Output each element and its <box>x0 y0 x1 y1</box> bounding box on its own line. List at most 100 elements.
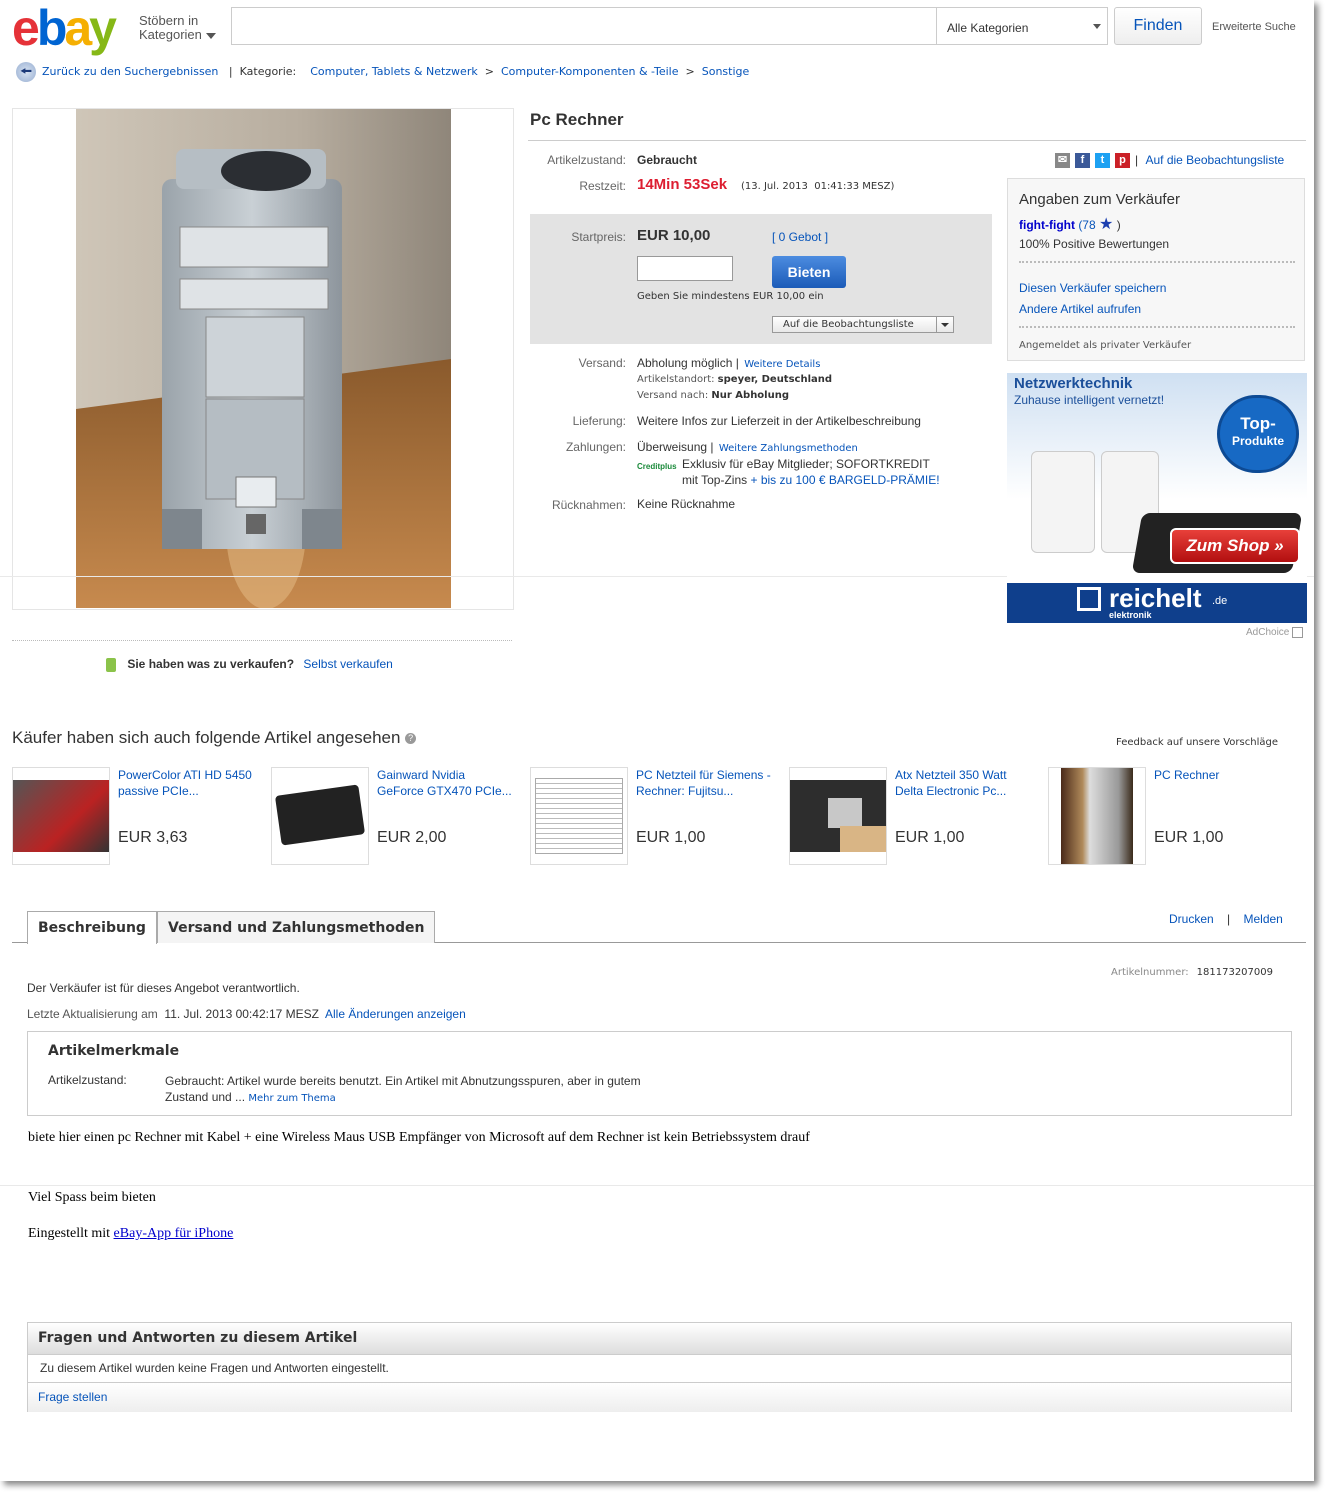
item-specifics-box: Artikelmerkmale Artikelzustand: Gebrauch… <box>27 1031 1292 1116</box>
shipping-details-link[interactable]: Weitere Details <box>744 359 820 370</box>
breadcrumb-item[interactable]: Computer-Komponenten & -Teile <box>501 65 679 78</box>
item-number-value: 181173207009 <box>1196 967 1273 978</box>
tab-shipping-payment[interactable]: Versand und Zahlungsmethoden <box>157 911 436 943</box>
end-time: (13. Jul. 2013 01:41:33 MESZ) <box>741 181 895 192</box>
sell-question: Sie haben was zu verkaufen? <box>127 657 295 671</box>
adchoice-icon <box>1292 627 1304 638</box>
bid-count-link[interactable]: [ 0 Gebot ] <box>772 230 828 244</box>
recommended-item-image[interactable] <box>271 767 369 865</box>
share-bar: ✉ f t p | Auf die Beobachtungsliste <box>1055 153 1284 169</box>
twitter-icon[interactable]: t <box>1095 153 1110 169</box>
description-text: Eingestellt mit eBay-App für iPhone <box>28 1226 233 1242</box>
browse-label-line2: Kategorien <box>139 27 202 42</box>
item-photo[interactable] <box>76 109 451 608</box>
questions-answers-box: Fragen und Antworten zu diesem Artikel Z… <box>27 1322 1292 1412</box>
back-to-results-link[interactable]: Zurück zu den Suchergebnissen <box>42 65 218 78</box>
dropdown-arrow-icon[interactable] <box>936 317 953 332</box>
adchoice-link[interactable]: AdChoice <box>1246 627 1304 639</box>
credit-line1: Exklusiv für eBay Mitglieder; SOFORTKRED… <box>682 457 930 471</box>
credit-offer[interactable]: Exklusiv für eBay Mitglieder; SOFORTKRED… <box>682 456 940 488</box>
other-items-link[interactable]: Andere Artikel aufrufen <box>1019 302 1141 316</box>
more-payment-methods-link[interactable]: Weitere Zahlungsmethoden <box>719 443 858 454</box>
facebook-icon[interactable]: f <box>1075 153 1090 169</box>
recommended-item-image[interactable] <box>530 767 628 865</box>
ebay-logo[interactable]: ebay <box>12 0 130 56</box>
watchlist-link[interactable]: Auf die Beobachtungsliste <box>1145 153 1284 167</box>
payment-value: Überweisung | <box>637 440 714 454</box>
ad-badge: Top- Produkte <box>1217 395 1299 473</box>
recommended-item-title[interactable]: Gainward Nvidia GeForce GTX470 PCIe... <box>377 767 512 799</box>
recommended-item-title[interactable]: PC Rechner <box>1154 767 1289 783</box>
recommended-item[interactable]: PC Netzteil für Siemens - Rechner: Fujit… <box>530 767 780 865</box>
recommended-item[interactable]: Gainward Nvidia GeForce GTX470 PCIe... E… <box>271 767 521 865</box>
ad-shop-button[interactable]: Zum Shop » <box>1170 528 1300 564</box>
help-icon[interactable]: ? <box>405 733 417 745</box>
email-icon[interactable]: ✉ <box>1055 153 1070 169</box>
find-button[interactable]: Finden <box>1114 7 1202 45</box>
logo-letter: y <box>89 0 117 56</box>
search-input[interactable] <box>231 7 936 45</box>
recommended-item-title[interactable]: Atx Netzteil 350 Watt Delta Electronic P… <box>895 767 1030 799</box>
adchoice-label: AdChoice <box>1246 627 1290 639</box>
item-specifics-line1: Gebraucht: Artikel wurde bereits benutzt… <box>165 1074 641 1088</box>
category-select[interactable]: Alle Kategorien <box>936 7 1108 45</box>
bid-amount-input[interactable] <box>637 256 733 281</box>
seller-score[interactable]: (78 <box>1078 218 1095 232</box>
recommended-item-price: EUR 1,00 <box>636 829 706 846</box>
description-text: Viel Spass beim bieten <box>28 1190 156 1205</box>
ad-brand-sub: elektronik <box>1109 610 1152 620</box>
star-icon: ★ <box>1099 216 1114 233</box>
watch-button-label: Auf die Beobachtungsliste <box>783 319 914 330</box>
returns-value: Keine Rücknahme <box>637 497 736 511</box>
tab-description[interactable]: Beschreibung <box>27 911 157 944</box>
advertisement-banner[interactable]: Netzwerktechnik Zuhause intelligent vern… <box>1007 373 1307 623</box>
separator: | <box>1227 912 1231 926</box>
qa-heading: Fragen und Antworten zu diesem Artikel <box>28 1323 1291 1355</box>
pinterest-icon[interactable]: p <box>1115 153 1130 169</box>
bid-button[interactable]: Bieten <box>772 256 846 288</box>
divider <box>12 640 512 641</box>
recommended-item-title[interactable]: PowerColor ATI HD 5450 passive PCIe... <box>118 767 253 799</box>
divider <box>1019 326 1295 328</box>
logo-letter: b <box>36 0 67 56</box>
item-specifics-value: Gebraucht: Artikel wurde bereits benutzt… <box>165 1073 641 1107</box>
more-on-topic-link[interactable]: Mehr zum Thema <box>248 1093 335 1104</box>
start-price-value: EUR 10,00 <box>637 227 711 244</box>
ships-to-label: Versand nach: <box>637 390 709 401</box>
location-label: Artikelstandort: <box>637 374 715 385</box>
ebay-app-link[interactable]: eBay-App für iPhone <box>114 1226 234 1241</box>
chevron-down-icon <box>205 32 216 39</box>
ad-badge-line2: Produkte <box>1231 434 1284 448</box>
shipping-value: Abholung möglich | <box>637 356 739 370</box>
breadcrumb-item[interactable]: Sonstige <box>702 65 750 78</box>
save-seller-link[interactable]: Diesen Verkäufer speichern <box>1019 281 1166 295</box>
sell-link[interactable]: Selbst verkaufen <box>303 657 392 671</box>
report-link[interactable]: Melden <box>1244 912 1283 926</box>
back-arrow-icon[interactable]: 🠘 <box>16 62 36 82</box>
recommended-item-image[interactable] <box>789 767 887 865</box>
divider <box>528 140 1306 141</box>
browse-label-line1: Stöbern in <box>139 13 199 28</box>
recommended-item[interactable]: Atx Netzteil 350 Watt Delta Electronic P… <box>789 767 1039 865</box>
seller-name-link[interactable]: fight-fight <box>1019 218 1075 232</box>
ask-question-link[interactable]: Frage stellen <box>38 1390 107 1404</box>
ad-headline: Netzwerktechnik <box>1014 375 1133 392</box>
recommended-item-image[interactable] <box>1048 767 1146 865</box>
advanced-search-link[interactable]: Erweiterte Suche <box>1212 21 1296 33</box>
item-number: Artikelnummer: 181173207009 <box>1111 967 1273 978</box>
logo-letter: e <box>12 0 40 56</box>
seller-score-close: ) <box>1116 218 1121 232</box>
recommended-item[interactable]: PC Rechner EUR 1,00 <box>1048 767 1298 865</box>
feedback-link[interactable]: Feedback auf unsere Vorschläge <box>1116 737 1278 748</box>
recommended-item-title[interactable]: PC Netzteil für Siemens - Rechner: Fujit… <box>636 767 771 799</box>
seller-responsible-note: Der Verkäufer ist für dieses Angebot ver… <box>27 981 300 995</box>
watch-button[interactable]: Auf die Beobachtungsliste <box>772 316 954 333</box>
print-link[interactable]: Drucken <box>1169 912 1214 926</box>
description-text: biete hier einen pc Rechner mit Kabel + … <box>28 1130 810 1145</box>
all-changes-link[interactable]: Alle Änderungen anzeigen <box>325 1007 466 1021</box>
breadcrumb-item[interactable]: Computer, Tablets & Netzwerk <box>310 65 477 78</box>
recommended-item[interactable]: PowerColor ATI HD 5450 passive PCIe... E… <box>12 767 262 865</box>
recommended-item-image[interactable] <box>12 767 110 865</box>
browse-categories-button[interactable]: Stöbern in Kategorien <box>139 14 216 42</box>
recommended-item-price: EUR 1,00 <box>895 829 965 846</box>
